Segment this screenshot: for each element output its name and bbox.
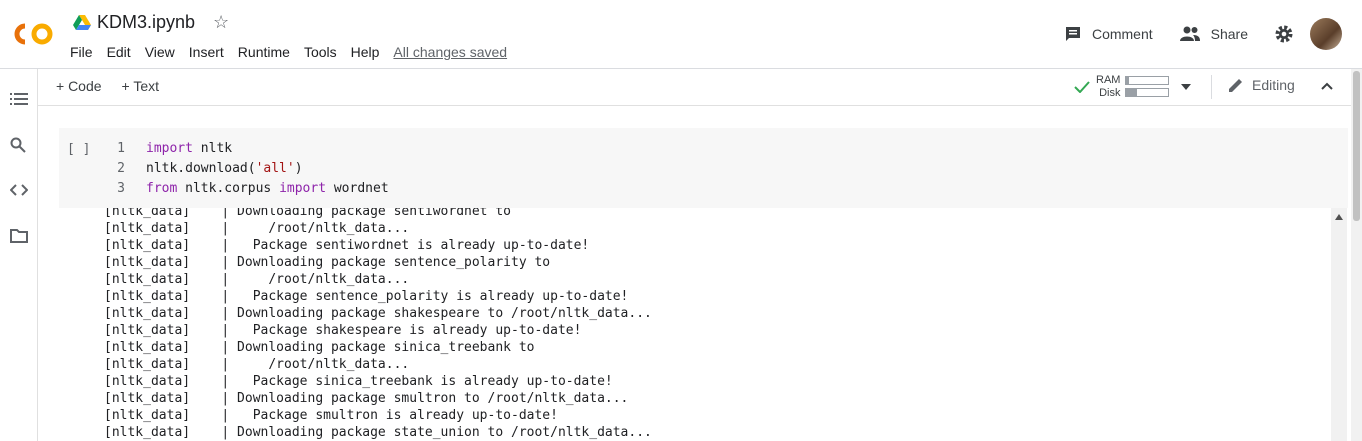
save-status[interactable]: All changes saved <box>393 44 507 60</box>
output-line: [nltk_data] | /root/nltk_data... <box>104 357 410 372</box>
avatar[interactable] <box>1310 18 1342 50</box>
editing-label: Editing <box>1252 77 1295 93</box>
code-keyword: import <box>279 181 327 196</box>
code-line[interactable]: 1 import nltk <box>59 139 389 159</box>
cell-output: [nltk_data] | Downloading package sentiw… <box>59 208 1329 441</box>
output-line: [nltk_data] | Package smultron is alread… <box>104 408 558 423</box>
code-string: 'all' <box>255 161 295 176</box>
line-number: 1 <box>117 141 125 156</box>
editing-mode-button[interactable]: Editing <box>1228 77 1295 93</box>
code-text: nltk <box>192 141 233 156</box>
ram-label: RAM <box>1096 73 1121 86</box>
code-text: ) <box>294 161 303 176</box>
menu-bar: File Edit View Insert Runtime Tools Help… <box>70 44 521 60</box>
code-keyword: from <box>146 181 178 196</box>
code-editor[interactable]: 1 import nltk 2 nltk.download('all') 3 from n… <box>59 139 389 199</box>
code-line[interactable]: 3 from nltk.corpus import wordnet <box>59 179 389 199</box>
menu-insert[interactable]: Insert <box>189 44 224 60</box>
star-icon[interactable]: ☆ <box>213 12 229 33</box>
line-number: 2 <box>117 161 125 176</box>
toc-icon[interactable] <box>10 92 28 106</box>
output-line: [nltk_data] | /root/nltk_data... <box>104 272 410 287</box>
output-line: [nltk_data] | Downloading package shakes… <box>104 306 652 321</box>
share-icon <box>1179 26 1200 41</box>
toolbar-divider <box>1211 75 1212 99</box>
output-line: [nltk_data] | Package shakespeare is alr… <box>104 323 582 338</box>
menu-file[interactable]: File <box>70 44 93 60</box>
comment-button[interactable]: Comment <box>1064 25 1153 43</box>
page-scrollbar-thumb[interactable] <box>1353 71 1360 221</box>
menu-runtime[interactable]: Runtime <box>238 44 290 60</box>
scroll-up-icon[interactable] <box>1335 214 1343 220</box>
output-line: [nltk_data] | Downloading package state_… <box>104 425 652 440</box>
check-icon <box>1074 80 1090 93</box>
output-line: [nltk_data] | Package sentiwordnet is al… <box>104 238 590 253</box>
comment-icon <box>1065 27 1080 41</box>
output-line: [nltk_data] | Package sentence_polarity … <box>104 289 629 304</box>
output-line: [nltk_data] | Downloading package sentiw… <box>104 208 511 219</box>
code-text: nltk.download( <box>146 161 256 176</box>
code-snippets-icon[interactable] <box>10 183 28 197</box>
disk-bar <box>1125 88 1170 97</box>
code-text: nltk.corpus <box>177 181 280 196</box>
output-text: [nltk_data] | Downloading package sentiw… <box>104 208 652 441</box>
code-keyword: import <box>146 141 193 156</box>
line-number: 3 <box>117 181 125 196</box>
drive-icon[interactable] <box>73 14 91 31</box>
code-line[interactable]: 2 nltk.download('all') <box>59 159 389 179</box>
menu-help[interactable]: Help <box>351 44 380 60</box>
output-line: [nltk_data] | /root/nltk_data... <box>104 221 410 236</box>
add-text-button[interactable]: + Text <box>122 78 160 94</box>
menu-tools[interactable]: Tools <box>304 44 337 60</box>
pencil-icon <box>1229 79 1242 92</box>
output-line: [nltk_data] | Downloading package senten… <box>104 255 551 270</box>
chevron-up-icon[interactable] <box>1320 77 1334 95</box>
share-button[interactable]: Share <box>1179 26 1248 42</box>
settings-icon[interactable] <box>1274 24 1294 44</box>
page-scrollbar[interactable] <box>1351 69 1362 441</box>
comment-label: Comment <box>1091 26 1153 42</box>
menu-view[interactable]: View <box>145 44 175 60</box>
output-line: [nltk_data] | Downloading package smultr… <box>104 391 629 406</box>
header-bar: KDM3.ipynb ☆ File Edit View Insert Runti… <box>0 0 1362 69</box>
left-sidebar <box>0 69 38 441</box>
resource-indicator[interactable]: RAM Disk <box>1074 73 1192 100</box>
add-code-button[interactable]: + Code <box>56 78 102 94</box>
output-scrollbar[interactable] <box>1331 208 1347 441</box>
colab-logo[interactable] <box>13 22 55 46</box>
search-icon[interactable] <box>10 137 26 153</box>
output-line: [nltk_data] | Package sinica_treebank is… <box>104 374 613 389</box>
share-label: Share <box>1210 26 1248 42</box>
output-line: [nltk_data] | Downloading package sinica… <box>104 340 535 355</box>
code-cell[interactable]: [ ] 1 import nltk 2 nltk.download('all') 3 fr… <box>59 128 1348 208</box>
disk-label: Disk <box>1099 86 1121 99</box>
menu-edit[interactable]: Edit <box>107 44 131 60</box>
dropdown-icon[interactable] <box>1181 83 1192 90</box>
ram-bar <box>1125 76 1170 85</box>
notebook-toolbar: + Code + Text RAM Disk Editing <box>38 69 1362 106</box>
notebook-title[interactable]: KDM3.ipynb <box>97 12 195 33</box>
code-text: wordnet <box>326 181 389 196</box>
files-icon[interactable] <box>10 229 28 243</box>
